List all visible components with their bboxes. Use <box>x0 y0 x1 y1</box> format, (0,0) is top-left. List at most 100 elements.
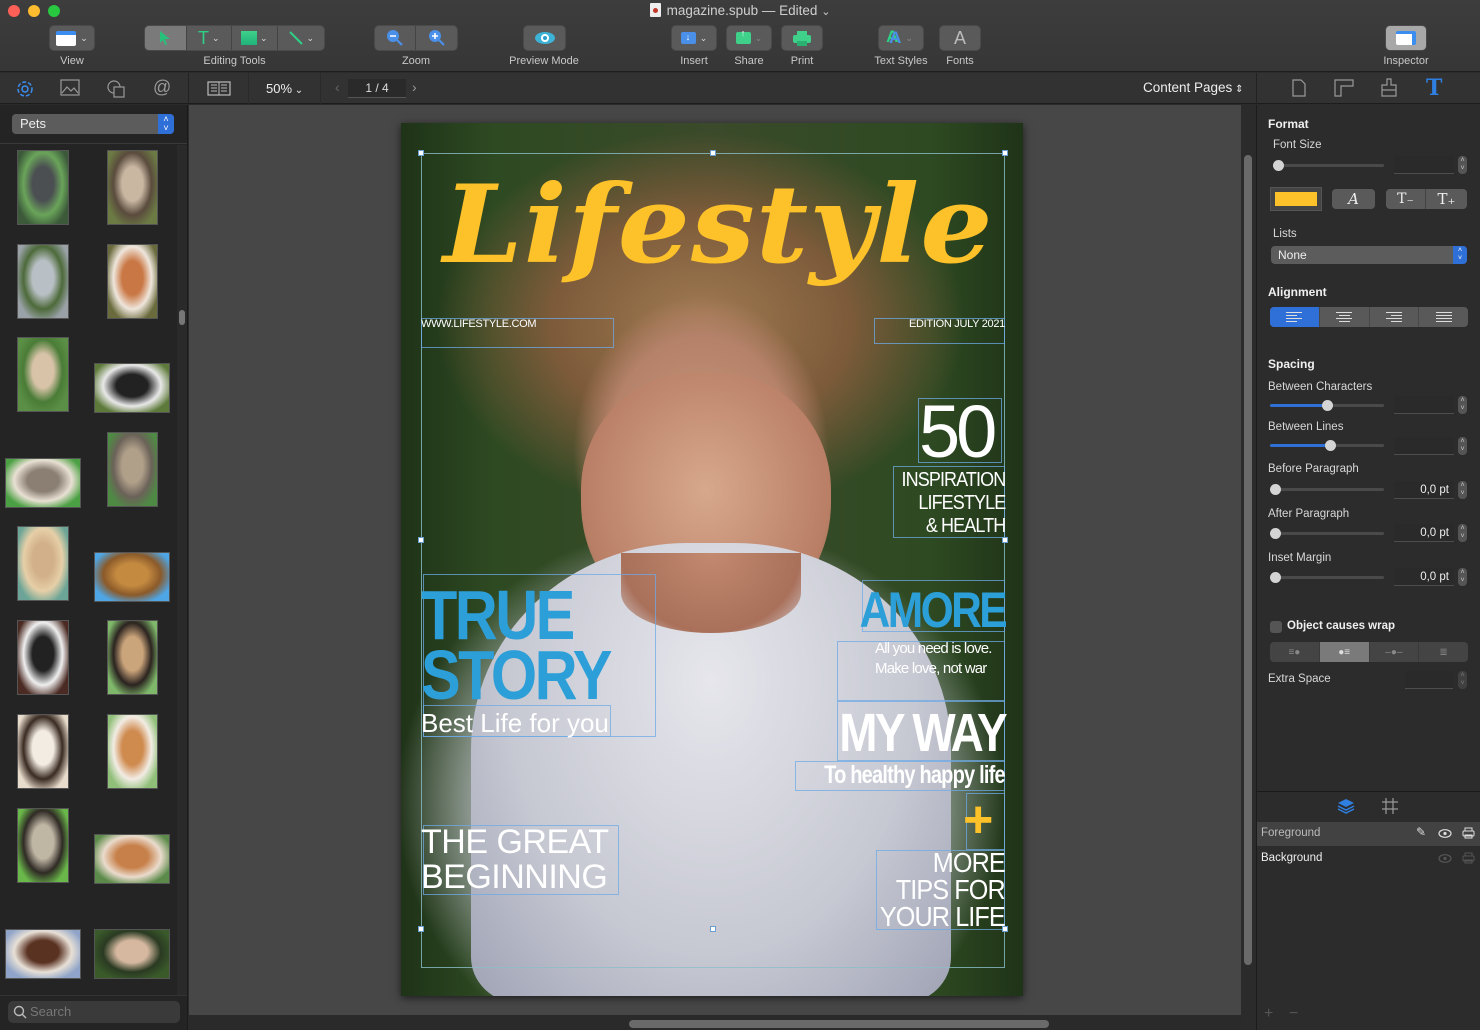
after-paragraph-field[interactable]: 0,0 pt <box>1394 524 1454 542</box>
masthead-title[interactable]: Lifestyle <box>443 171 994 279</box>
plus-sign[interactable]: + <box>963 794 993 846</box>
library-thumbnail-mastiff[interactable] <box>17 150 69 225</box>
more-tips-line[interactable]: YOUR LIFE <box>880 903 1006 931</box>
best-life-text[interactable]: Best Life for you <box>421 710 609 736</box>
wrap-mode-top-bottom-button[interactable]: ‒●‒ <box>1370 642 1420 662</box>
next-page-button[interactable]: › <box>412 79 417 95</box>
inspiration-line[interactable]: INSPIRATION <box>901 469 1006 492</box>
layer-row-foreground[interactable]: Foreground ✎ <box>1257 822 1480 846</box>
print-button[interactable] <box>781 25 823 51</box>
magazine-cover-page[interactable]: Lifestyle WWW.LIFESTYLE.COM EDITION JULY… <box>401 123 1023 996</box>
align-left-button[interactable] <box>1270 307 1320 327</box>
zoom-out-button[interactable] <box>375 26 417 50</box>
add-layer-button[interactable]: + <box>1264 1005 1273 1023</box>
after-paragraph-stepper[interactable]: ˄ ˅ <box>1458 524 1467 542</box>
library-search-input[interactable]: Search <box>8 1001 180 1023</box>
wrap-mode-through-button[interactable]: ≣ <box>1419 642 1468 662</box>
library-thumbnail-bullmastiff[interactable] <box>107 620 158 695</box>
inspiration-line[interactable]: & HEALTH <box>901 515 1006 538</box>
slider-knob[interactable] <box>1273 160 1284 171</box>
library-scrollbar[interactable] <box>177 145 187 995</box>
great-beginning-line[interactable]: BEGINNING <box>421 860 609 895</box>
increase-font-size-button[interactable]: T₊ <box>1426 189 1467 209</box>
printer-icon[interactable] <box>1462 852 1475 864</box>
resize-handle[interactable] <box>710 926 716 932</box>
text-color-well[interactable] <box>1270 187 1322 211</box>
share-button[interactable]: ↑ ⌄ <box>726 25 772 51</box>
view-button[interactable]: ⌄ <box>49 25 95 51</box>
document-inspector-tab-icon[interactable] <box>1291 79 1307 97</box>
layer-row-background[interactable]: Background <box>1257 847 1480 871</box>
window-title[interactable]: magazine.spub — Edited ⌄ <box>0 3 1480 18</box>
align-justify-button[interactable] <box>1419 307 1468 327</box>
feature-number[interactable]: 50 <box>919 395 997 469</box>
between-characters-stepper[interactable]: ˄ ˅ <box>1458 396 1467 414</box>
true-story-line[interactable]: STORY <box>421 640 612 710</box>
line-tool-button[interactable]: ⌄ <box>278 26 324 50</box>
more-tips-line[interactable]: TIPS FOR <box>880 876 1006 904</box>
library-thumbnail-yorkie[interactable] <box>107 432 158 507</box>
library-thumbnail-husky[interactable] <box>17 620 69 695</box>
before-paragraph-field[interactable]: 0,0 pt <box>1394 481 1454 499</box>
page-layout-icon[interactable] <box>207 81 231 97</box>
inset-margin-stepper[interactable]: ˄ ˅ <box>1458 568 1467 586</box>
resize-handle[interactable] <box>710 150 716 156</box>
amore-subline[interactable]: Make love, not war <box>875 659 1005 679</box>
my-way-title[interactable]: MY WAY <box>839 706 1007 760</box>
italic-button[interactable]: A <box>1332 189 1375 209</box>
extra-space-stepper[interactable]: ˄ ˅ <box>1458 671 1467 689</box>
page-set-dropdown[interactable]: Content Pages ⇕ <box>1143 80 1243 95</box>
font-size-field[interactable] <box>1394 156 1454 174</box>
resize-handle[interactable] <box>418 926 424 932</box>
font-size-slider[interactable] <box>1273 160 1384 171</box>
more-tips-line[interactable]: MORE <box>880 849 1006 877</box>
slider-knob[interactable] <box>1270 528 1281 539</box>
previous-page-button[interactable]: ‹ <box>335 79 340 95</box>
zoom-level-dropdown[interactable]: 50% ⌄ <box>266 81 303 96</box>
layers-tab-icon[interactable] <box>1336 797 1356 815</box>
resize-handle[interactable] <box>418 150 424 156</box>
shape-tool-button[interactable]: ⌄ <box>232 26 278 50</box>
fonts-button[interactable]: A <box>939 25 981 51</box>
library-thumbnail-pekingese[interactable] <box>107 150 158 225</box>
align-center-button[interactable] <box>1320 307 1370 327</box>
library-thumbnail-spaniel[interactable] <box>107 244 158 319</box>
edition-text[interactable]: EDITION JULY 2021 <box>909 319 1005 330</box>
eye-icon[interactable] <box>1438 854 1452 863</box>
pencil-icon[interactable]: ✎ <box>1416 825 1426 839</box>
text-inspector-tab-icon[interactable]: T <box>1426 75 1442 101</box>
grid-tab-icon[interactable] <box>1381 797 1399 815</box>
library-thumbnail-whippet[interactable] <box>17 337 69 412</box>
text-art-tab-icon[interactable]: @ <box>153 77 171 98</box>
align-right-button[interactable] <box>1370 307 1420 327</box>
inset-margin-slider[interactable] <box>1270 572 1384 583</box>
select-tool-button[interactable] <box>145 26 187 50</box>
between-lines-slider[interactable] <box>1270 440 1384 451</box>
insert-button[interactable]: ↓ ⌄ <box>671 25 717 51</box>
library-thumbnail-shiba[interactable] <box>107 714 158 789</box>
inspiration-line[interactable]: LIFESTYLE <box>901 492 1006 515</box>
resize-handle[interactable] <box>1002 150 1008 156</box>
vertical-scrollbar[interactable] <box>1241 105 1256 1030</box>
library-thumbnail-airedale[interactable] <box>94 552 170 602</box>
library-thumbnail-samoyed[interactable] <box>17 714 69 789</box>
slider-knob[interactable] <box>1270 572 1281 583</box>
printer-icon[interactable] <box>1462 827 1475 839</box>
library-thumbnail-schnauzer[interactable] <box>17 244 69 319</box>
horizontal-scrollbar[interactable] <box>189 1015 1241 1030</box>
decrease-font-size-button[interactable]: T₋ <box>1386 189 1426 209</box>
library-thumbnail-collie[interactable] <box>5 458 81 508</box>
preview-mode-button[interactable] <box>523 25 566 51</box>
between-characters-field[interactable] <box>1394 396 1454 414</box>
library-thumbnail-wheaten[interactable] <box>94 929 170 979</box>
scrollbar-thumb[interactable] <box>629 1020 1049 1028</box>
zoom-in-button[interactable] <box>416 26 457 50</box>
inspector-button[interactable] <box>1385 25 1427 51</box>
scrollbar-thumb[interactable] <box>1244 155 1252 965</box>
wrap-mode-both-button[interactable]: ●≡ <box>1319 642 1370 662</box>
website-text[interactable]: WWW.LIFESTYLE.COM <box>421 319 537 330</box>
slider-knob[interactable] <box>1325 440 1337 451</box>
before-paragraph-slider[interactable] <box>1270 484 1384 495</box>
between-lines-stepper[interactable]: ˄ ˅ <box>1458 437 1467 455</box>
my-way-subtitle[interactable]: To healthy happy life <box>824 763 1005 788</box>
